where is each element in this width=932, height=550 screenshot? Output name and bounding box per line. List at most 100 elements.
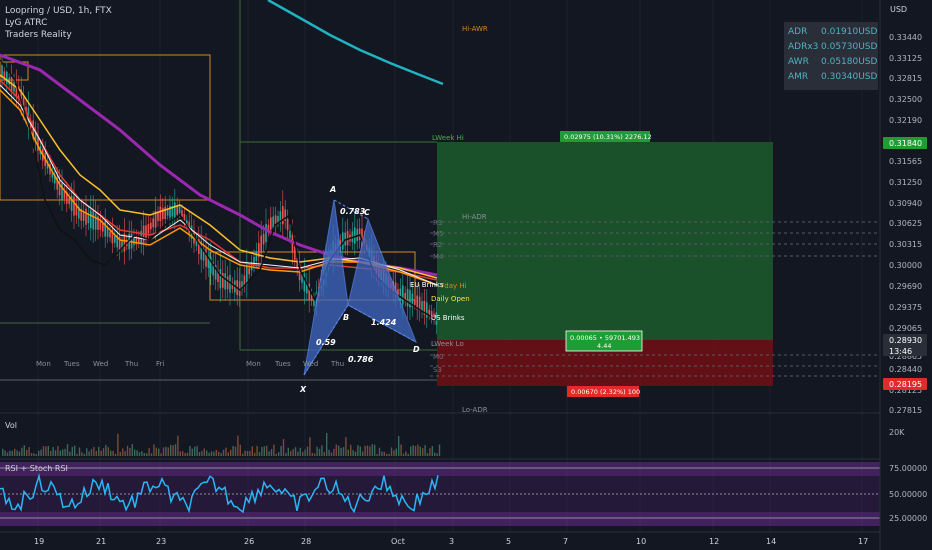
volume-bar — [227, 452, 229, 456]
volume-bar — [345, 437, 347, 456]
volume-bar — [138, 452, 141, 456]
candle-body — [94, 213, 97, 230]
candle-body — [282, 206, 284, 225]
time-tick: 10 — [636, 537, 646, 546]
harmonic-pattern — [303, 199, 417, 376]
volume-bar — [362, 451, 364, 456]
volume-bar — [357, 445, 359, 456]
target-label-text: 0.02975 (10.31%) 2276.12 — [564, 133, 652, 141]
volume-bar — [311, 452, 313, 456]
volume-bar — [378, 447, 381, 456]
rsi-tick: 75.00000 — [889, 464, 927, 473]
volume-bar — [431, 445, 433, 456]
level-m0: M0 — [433, 353, 444, 361]
volume-bar — [347, 449, 349, 456]
price-tick: 0.33125 — [889, 54, 922, 63]
price-badge: 0.28195 — [883, 378, 927, 390]
volume-bar — [38, 450, 40, 456]
volume-bar — [2, 448, 4, 456]
volume-bar — [170, 444, 172, 456]
candle-body — [164, 206, 166, 219]
candle-body — [399, 288, 402, 301]
level-daily-open: Daily Open — [431, 295, 470, 303]
volume-bar — [398, 436, 400, 456]
volume-bar — [242, 453, 244, 456]
volume-bar — [280, 446, 282, 456]
candle-body — [272, 216, 274, 228]
volume-bar — [203, 448, 205, 456]
indicator-lyg-atrc[interactable]: LyG ATRC — [5, 18, 47, 29]
volume-bar — [134, 449, 136, 456]
volume-pane-title: Vol — [5, 421, 17, 430]
volume-bar — [158, 448, 160, 456]
price-tick: 0.27815 — [889, 406, 922, 415]
candle-body — [346, 231, 349, 246]
time-tick: 5 — [506, 537, 511, 546]
awr-value: 0.05180USD — [821, 57, 878, 67]
volume-bar — [225, 447, 227, 456]
volume-bar — [342, 447, 345, 456]
volume-bar — [215, 449, 217, 456]
volume-bar — [66, 444, 69, 456]
volume-bar — [186, 452, 189, 456]
volume-bar — [35, 453, 37, 456]
candle-body — [406, 288, 409, 307]
volume-bar — [220, 453, 222, 456]
volume-bar — [376, 453, 378, 456]
price-badge: 0.31840 — [883, 137, 927, 149]
volume-bar — [326, 432, 328, 456]
volume-bar — [119, 451, 121, 456]
volume-bar — [62, 449, 64, 456]
time-tick: 14 — [766, 537, 776, 546]
level-m5: M5 — [433, 230, 444, 238]
candle-body — [6, 71, 8, 84]
volume-bar — [335, 444, 337, 456]
candle-body — [130, 233, 133, 249]
volume-bar — [95, 450, 97, 456]
candle-body — [260, 235, 262, 253]
volume-bar — [359, 446, 361, 456]
volume-bar — [366, 445, 369, 456]
volume-bar — [208, 452, 210, 456]
volume-bar — [230, 449, 232, 456]
volume-bar — [405, 451, 407, 456]
candle-body — [414, 299, 416, 305]
volume-bar — [71, 446, 73, 456]
price-tick: 0.29065 — [889, 324, 922, 333]
indicator-traders-reality[interactable]: Traders Reality — [5, 30, 72, 41]
level-lo-adr: Lo-ADR — [462, 406, 488, 414]
level-eu-brinks: EU Brinks — [410, 281, 444, 289]
candle-body — [426, 302, 428, 318]
level-m4: M4 — [433, 253, 444, 261]
volume-bars — [2, 432, 441, 456]
day-label: Wed — [303, 360, 318, 368]
volume-bar — [244, 450, 246, 456]
volume-bar — [131, 444, 133, 456]
volume-bar — [251, 446, 253, 456]
volume-bar — [206, 450, 208, 456]
pattern-ratio: 0.59 — [316, 338, 336, 347]
volume-bar — [393, 450, 395, 456]
volume-bar — [323, 452, 325, 456]
stop-label-text: 0.00670 (2.32%) 100 — [571, 388, 640, 396]
rsi-pane-title: RSI + Stoch RSI — [5, 464, 68, 473]
volume-bar — [371, 444, 373, 456]
volume-bar — [23, 445, 25, 456]
pattern-point-X: X — [299, 385, 307, 394]
volume-bar — [184, 453, 186, 456]
candle-body — [224, 273, 226, 290]
volume-bar — [410, 446, 412, 456]
volume-bar — [74, 445, 76, 456]
volume-bar — [256, 446, 258, 456]
volume-bar — [299, 447, 301, 456]
candle-body — [402, 285, 404, 305]
volume-bar — [196, 445, 198, 456]
level-r3: R3 — [433, 219, 442, 227]
candle-body — [73, 196, 75, 216]
day-label: Mon — [246, 360, 261, 368]
candle-body — [219, 269, 222, 289]
time-tick: 28 — [301, 537, 311, 546]
symbol-title[interactable]: Loopring / USD, 1h, FTX — [5, 6, 112, 17]
volume-bar — [78, 447, 81, 456]
volume-bar — [237, 435, 239, 456]
